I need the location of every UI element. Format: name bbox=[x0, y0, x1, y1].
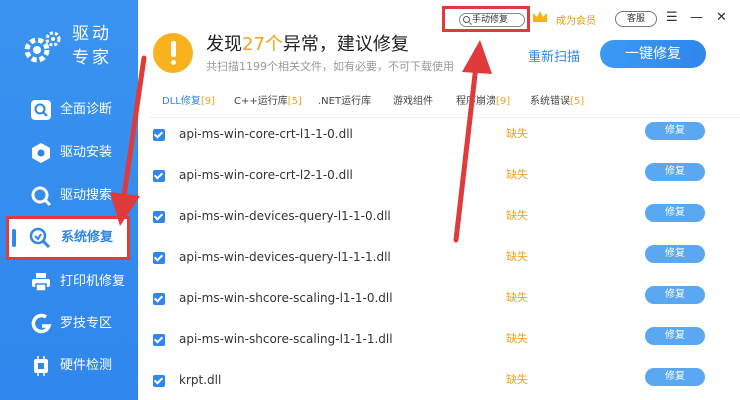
table-row: api-ms-win-shcore-scaling-l1-1-1.dll 缺失 … bbox=[150, 327, 740, 371]
gear-icon bbox=[24, 31, 61, 63]
one-click-fix-button[interactable]: 一键修复 bbox=[600, 40, 706, 68]
status-badge: 缺失 bbox=[506, 168, 528, 181]
crown-icon bbox=[533, 11, 547, 22]
sidebar-item-system-repair[interactable]: 系统修复 bbox=[6, 216, 130, 260]
file-name: api-ms-win-core-crt-l1-1-0.dll bbox=[179, 127, 353, 141]
status-badge: 缺失 bbox=[506, 127, 528, 140]
warning-icon bbox=[153, 33, 193, 73]
row-fix-button[interactable]: 修复 bbox=[645, 122, 705, 140]
manual-fix-highlight: 手动修复 bbox=[442, 6, 530, 32]
sidebar-item-label: 系统修复 bbox=[61, 230, 114, 245]
row-checkbox[interactable] bbox=[153, 170, 165, 182]
tab-dotnet-runtime[interactable]: .NET运行库 bbox=[318, 92, 371, 112]
wrench-icon bbox=[29, 227, 51, 249]
status-badge: 缺失 bbox=[506, 250, 528, 263]
tab-system-error[interactable]: 系统错误[5] bbox=[530, 92, 584, 112]
sidebar-item-label: 打印机修复 bbox=[60, 274, 126, 289]
page-title: 发现27个异常，建议修复 bbox=[206, 34, 409, 55]
chip-icon bbox=[34, 356, 48, 376]
sidebar-item-driver-search[interactable]: 驱动搜索 bbox=[0, 176, 138, 216]
hexagon-gear-icon bbox=[32, 143, 50, 163]
sidebar-item-label: 驱动安装 bbox=[60, 145, 113, 160]
file-name: api-ms-win-shcore-scaling-l1-1-0.dll bbox=[179, 291, 393, 305]
row-fix-button[interactable]: 修复 bbox=[645, 327, 705, 345]
sidebar-item-full-diagnosis[interactable]: 全面诊断 bbox=[0, 90, 138, 130]
row-checkbox[interactable] bbox=[153, 129, 165, 141]
tab-cpp-runtime[interactable]: C++运行库[5] bbox=[234, 92, 302, 112]
anomaly-count: 27个 bbox=[242, 34, 283, 55]
row-checkbox[interactable] bbox=[153, 293, 165, 305]
tab-program-crash[interactable]: 程序崩溃[9] bbox=[456, 92, 510, 112]
row-checkbox[interactable] bbox=[153, 375, 165, 387]
menu-icon[interactable]: ☰ bbox=[666, 10, 678, 26]
sidebar-item-hardware-check[interactable]: 硬件检测 bbox=[0, 346, 138, 386]
rescan-link[interactable]: 重新扫描 bbox=[528, 46, 580, 65]
brand: 驱动 专家 bbox=[22, 22, 132, 72]
file-name: api-ms-win-shcore-scaling-l1-1-1.dll bbox=[179, 332, 393, 346]
status-badge: 缺失 bbox=[506, 209, 528, 222]
file-name: krpt.dll bbox=[179, 373, 222, 387]
row-fix-button[interactable]: 修复 bbox=[645, 204, 705, 222]
row-fix-button[interactable]: 修复 bbox=[645, 163, 705, 181]
file-name: api-ms-win-devices-query-l1-1-0.dll bbox=[179, 209, 391, 223]
row-fix-button[interactable]: 修复 bbox=[645, 286, 705, 304]
printer-icon bbox=[32, 273, 50, 292]
active-indicator bbox=[12, 229, 16, 247]
sidebar-item-logitech[interactable]: 罗技专区 bbox=[0, 304, 138, 344]
table-row: api-ms-win-core-crt-l2-1-0.dll 缺失 修复 bbox=[150, 163, 740, 207]
manual-fix-button[interactable]: 手动修复 bbox=[459, 13, 525, 27]
brand-name: 驱动 专家 bbox=[72, 24, 112, 68]
close-icon[interactable]: ✕ bbox=[716, 10, 727, 26]
table-row: api-ms-win-core-crt-l1-1-0.dll 缺失 修复 bbox=[150, 122, 740, 166]
sidebar-item-printer-repair[interactable]: 打印机修复 bbox=[0, 262, 138, 302]
row-checkbox[interactable] bbox=[153, 252, 165, 264]
row-fix-button[interactable]: 修复 bbox=[645, 245, 705, 263]
customer-service-button[interactable]: 客服 bbox=[615, 11, 657, 27]
minimize-icon[interactable]: — bbox=[690, 10, 703, 26]
row-fix-button[interactable]: 修复 bbox=[645, 368, 705, 386]
sidebar-item-driver-install[interactable]: 驱动安装 bbox=[0, 133, 138, 173]
sidebar-item-label: 罗技专区 bbox=[60, 316, 113, 331]
file-name: api-ms-win-devices-query-l1-1-1.dll bbox=[179, 250, 391, 264]
sidebar-item-label: 全面诊断 bbox=[60, 102, 113, 117]
tab-dll[interactable]: DLL修复[9] bbox=[162, 92, 215, 112]
row-checkbox[interactable] bbox=[153, 211, 165, 223]
row-checkbox[interactable] bbox=[153, 334, 165, 346]
file-name: api-ms-win-core-crt-l2-1-0.dll bbox=[179, 168, 353, 182]
table-row: api-ms-win-devices-query-l1-1-1.dll 缺失 修… bbox=[150, 245, 740, 289]
sidebar-item-label: 驱动搜索 bbox=[60, 188, 113, 203]
status-badge: 缺失 bbox=[506, 373, 528, 386]
search-icon bbox=[463, 16, 470, 23]
page-subtitle: 共扫描1199个相关文件，如有必要，不可下载使用 bbox=[206, 60, 454, 73]
table-row: krpt.dll 缺失 修复 bbox=[150, 368, 740, 400]
tab-game-components[interactable]: 游戏组件 bbox=[393, 92, 433, 112]
sidebar-item-label: 硬件检测 bbox=[60, 358, 113, 373]
table-row: api-ms-win-shcore-scaling-l1-1-0.dll 缺失 … bbox=[150, 286, 740, 330]
status-badge: 缺失 bbox=[506, 332, 528, 345]
status-badge: 缺失 bbox=[506, 291, 528, 304]
table-row: api-ms-win-devices-query-l1-1-0.dll 缺失 修… bbox=[150, 204, 740, 248]
vip-button[interactable]: 成为会员 bbox=[532, 9, 602, 29]
tab-divider bbox=[150, 117, 740, 118]
search-icon bbox=[31, 186, 52, 207]
logitech-icon bbox=[31, 313, 52, 334]
search-icon bbox=[31, 100, 51, 120]
sidebar: 驱动 专家 全面诊断 驱动安装 驱动搜索 系统修复 打印机修复 罗技专区 硬件检… bbox=[0, 0, 138, 400]
